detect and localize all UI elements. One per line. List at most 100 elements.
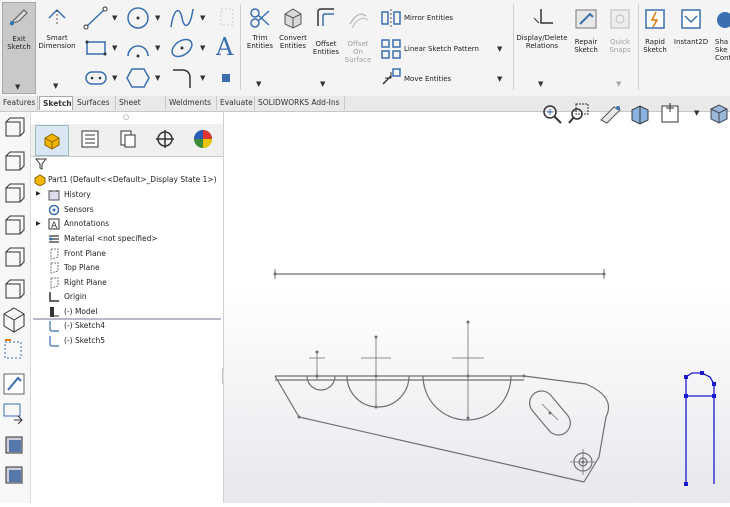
display-delete-relations-button[interactable]: Display/Delete Relations [515, 2, 569, 62]
text-tool-icon[interactable]: A [216, 33, 233, 61]
mirror-entities-icon [381, 9, 401, 27]
svg-text:A: A [51, 221, 58, 230]
smart-dimension-button[interactable]: Smart Dimension ▼ [36, 2, 78, 92]
point-tool-icon [220, 8, 234, 26]
shaded-sketch-contours-label: Sha Ske Cont [715, 38, 730, 62]
instant2d-label: Instant2D [673, 38, 709, 46]
smart-dimension-icon [48, 8, 66, 26]
configuration-manager-tab-icon [120, 130, 136, 148]
offset-entities-button[interactable]: Offset Entities [310, 2, 342, 62]
sketch-fillet-tool-icon[interactable] [170, 66, 196, 90]
tree-item-front-plane[interactable]: Front Plane [64, 249, 106, 258]
back-view-icon [5, 151, 25, 171]
property-manager-tab[interactable] [73, 125, 105, 154]
arc-tool-icon[interactable] [125, 36, 151, 60]
polygon-tool-dropdown[interactable]: ▼ [155, 74, 160, 82]
dimxpert-manager-tab[interactable] [149, 125, 181, 154]
feature-manager-panel: ○ Part1 (Default<<Default>_Display State… [31, 112, 224, 503]
sketch-canvas [273, 269, 716, 486]
circle-tool-dropdown[interactable]: ▼ [155, 14, 160, 22]
spline-tool-icon[interactable] [168, 5, 196, 31]
normal-to-icon [4, 339, 22, 359]
line-tool-icon[interactable] [83, 6, 109, 30]
display-manager-tab-icon [194, 130, 212, 148]
smart-dimension-label: Smart Dimension [38, 34, 76, 50]
smart-dimension-dropdown[interactable]: ▼ [53, 82, 58, 90]
tree-item-model[interactable]: (-) Model [64, 307, 97, 316]
ellipse-tool-dropdown[interactable]: ▼ [200, 44, 205, 52]
filter-icon[interactable] [35, 158, 47, 170]
instant2d-button[interactable]: Instant2D [672, 2, 710, 62]
history-expander[interactable]: ▶ [36, 190, 41, 197]
tree-item-right-plane[interactable]: Right Plane [64, 278, 107, 287]
tree-item-sensors[interactable]: Sensors [64, 205, 94, 214]
line-tool-dropdown[interactable]: ▼ [112, 14, 117, 22]
convert-entities-button[interactable]: Convert Entities [276, 2, 310, 62]
tab-features[interactable]: Features [0, 96, 38, 110]
configuration-manager-tab[interactable] [111, 125, 143, 154]
convert-entities-icon [284, 8, 302, 29]
sketch-fillet-dropdown[interactable]: ▼ [200, 74, 205, 82]
ribbon-separator-2 [513, 4, 514, 90]
tree-part-root[interactable]: Part1 (Default<<Default>_Display State 1… [48, 175, 217, 184]
tab-weldments[interactable]: Weldments [166, 96, 217, 110]
display-delete-relations-label: Display/Delete Relations [516, 34, 568, 50]
trim-convert-dropdown[interactable]: ▼ [256, 80, 261, 88]
shaded-sketch-contours-button[interactable]: Sha Ske Cont [711, 2, 730, 72]
plane-tool-icon[interactable] [222, 74, 230, 82]
ellipse-tool-icon[interactable] [168, 36, 196, 60]
exit-sketch-dropdown[interactable]: ▼ [15, 83, 20, 91]
quick-snaps-dropdown: ▼ [616, 80, 622, 88]
rectangle-tool-dropdown[interactable]: ▼ [112, 44, 117, 52]
move-entities-dropdown[interactable]: ▼ [497, 75, 502, 83]
tab-sheet-metal[interactable]: Sheet Metal [116, 96, 166, 121]
annotations-expander[interactable]: ▶ [36, 220, 41, 227]
tree-item-top-plane[interactable]: Top Plane [64, 263, 100, 272]
part-icon [34, 174, 46, 186]
relations-dropdown[interactable]: ▼ [538, 80, 543, 88]
command-manager-ribbon: Exit Sketch ▼ Smart Dimension ▼ ▼ ▼ ▼ ▼ … [0, 0, 730, 97]
rectangle-tool-icon[interactable] [83, 37, 109, 59]
quick-snaps-label: Quick Snaps [609, 38, 631, 54]
offset-entities-label: Offset Entities [312, 40, 340, 56]
tree-item-origin[interactable]: Origin [64, 292, 87, 301]
polygon-tool-icon[interactable] [125, 66, 151, 90]
panel-collapse-handle[interactable]: ○ [123, 113, 129, 121]
sketch4-geometry [274, 269, 610, 483]
move-entities-button[interactable]: Move Entities [404, 75, 451, 83]
trim-entities-button[interactable]: Trim Entities [244, 2, 276, 62]
offset-dropdown[interactable]: ▼ [320, 80, 325, 88]
linear-sketch-pattern-button[interactable]: Linear Sketch Pattern [404, 45, 479, 53]
tree-item-history[interactable]: History [64, 190, 91, 199]
trim-entities-icon [250, 8, 270, 28]
tree-item-sketch5[interactable]: (-) Sketch5 [64, 336, 105, 345]
mirror-entities-button[interactable]: Mirror Entities [404, 14, 453, 22]
single-view-icon [5, 436, 23, 454]
rollback-bar[interactable] [33, 318, 221, 320]
circle-tool-icon[interactable] [125, 5, 151, 31]
tab-surfaces[interactable]: Surfaces [74, 96, 116, 110]
tree-item-sketch4[interactable]: (-) Sketch4 [64, 321, 105, 330]
sketch5-icon [49, 336, 59, 347]
slot-tool-dropdown[interactable]: ▼ [112, 74, 117, 82]
graphics-area[interactable]: ▼ [224, 103, 730, 503]
sketch5-points [684, 371, 716, 486]
exit-sketch-button[interactable]: Exit Sketch ▼ [2, 2, 36, 94]
tab-sketch[interactable]: Sketch [39, 96, 73, 110]
tree-item-material[interactable]: Material <not specified> [64, 234, 158, 243]
feature-manager-tab[interactable] [35, 125, 69, 156]
sensors-icon [48, 204, 60, 216]
ribbon-separator [240, 4, 241, 90]
tree-item-annotations[interactable]: Annotations [64, 219, 109, 228]
tab-evaluate[interactable]: Evaluate [217, 96, 255, 110]
rapid-sketch-button[interactable]: Rapid Sketch [640, 2, 670, 62]
slot-tool-icon[interactable] [83, 68, 109, 88]
linear-pattern-dropdown[interactable]: ▼ [497, 45, 502, 53]
tab-solidworks-add-ins[interactable]: SOLIDWORKS Add-Ins [255, 96, 345, 110]
repair-sketch-button[interactable]: Repair Sketch [570, 2, 602, 62]
display-manager-tab[interactable] [187, 125, 219, 154]
rapid-sketch-label: Rapid Sketch [643, 38, 667, 54]
arc-tool-dropdown[interactable]: ▼ [155, 44, 160, 52]
spline-tool-dropdown[interactable]: ▼ [200, 14, 205, 22]
view-orientation-strip [0, 112, 31, 503]
